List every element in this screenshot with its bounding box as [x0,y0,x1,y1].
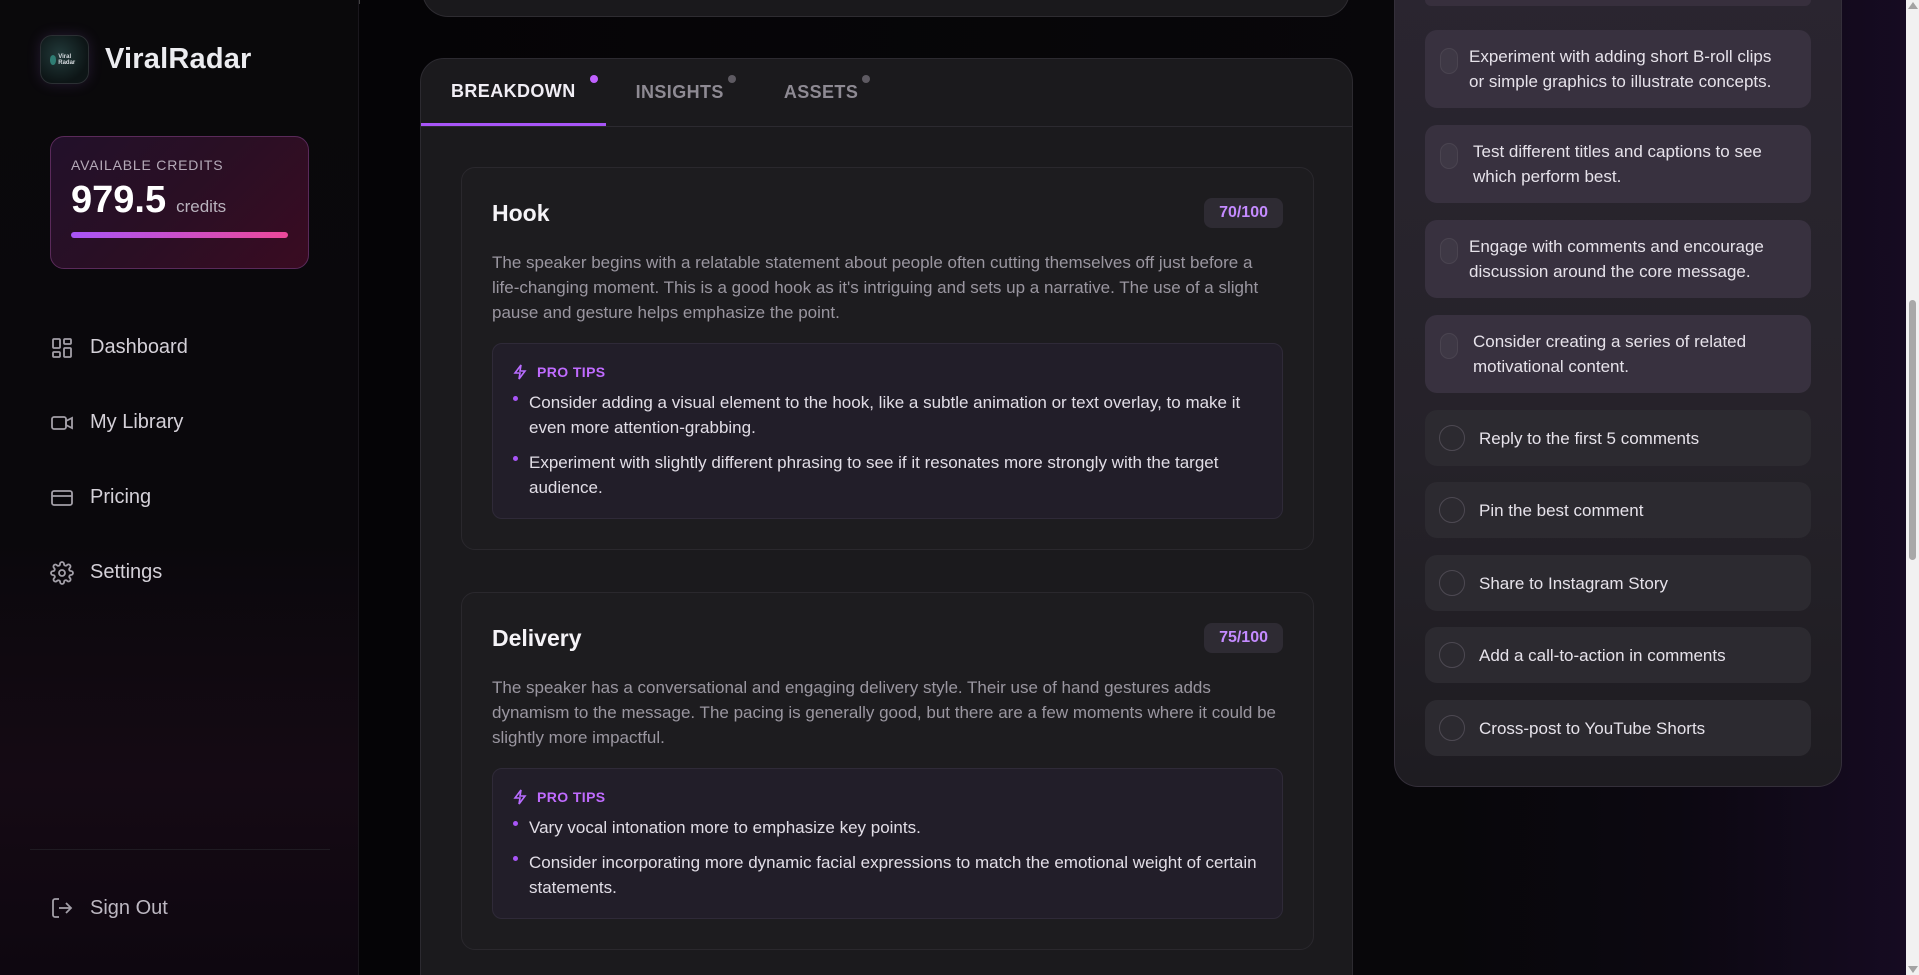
checklist-item-text: Pin the best comment [1479,500,1644,520]
video-icon [51,415,73,430]
checklist-item[interactable]: Engage with comments and encourage discu… [1425,220,1811,298]
brand-logo[interactable]: Viral Radar ViralRadar [40,35,252,84]
main-content: BREAKDOWN INSIGHTS ASSETS Hook 70/100 Th… [360,0,1910,975]
checklist-item-text: Experiment with adding short B-roll clip… [1469,47,1772,91]
logo-radar-icon [49,54,57,65]
checklist-item[interactable]: Cross-post to YouTube Shorts [1425,700,1811,756]
tab-label: INSIGHTS [635,82,724,102]
card-title: Hook [492,199,550,226]
breakdown-card-hook: Hook 70/100 The speaker begins with a re… [461,167,1314,550]
dashboard-icon [52,337,72,358]
pro-tip-item: Vary vocal intonation more to emphasize … [513,815,1262,840]
tab-indicator-dot [589,75,598,83]
credits-unit: credits [176,197,227,216]
pro-tips-box: PRO TIPS Vary vocal intonation more to e… [492,768,1283,919]
checkbox-circle[interactable] [1439,570,1465,596]
checklist-item-text: Add a call-to-action in comments [1479,645,1726,665]
card-title: Delivery [492,624,582,651]
tab-insights[interactable]: INSIGHTS [606,59,754,126]
gear-icon [50,560,74,585]
score-badge: 70/100 [1204,198,1283,228]
credit-card-icon [51,489,73,506]
credits-value: 979.5 [71,179,167,221]
sidebar-item-label: Dashboard [90,336,188,358]
sidebar-item-label: Settings [90,561,163,583]
logo-mark-text: Viral Radar [58,53,76,66]
checklist-item[interactable]: Add a call-to-action in comments [1425,627,1811,683]
checklist-item-text: Consider creating a series of related mo… [1473,332,1747,376]
pro-tip-item: Consider incorporating more dynamic faci… [513,850,1262,900]
analysis-panel: BREAKDOWN INSIGHTS ASSETS Hook 70/100 Th… [420,58,1353,975]
lightning-icon [513,364,527,380]
credits-card: AVAILABLE CREDITS 979.5 credits [50,136,309,269]
checklist-item-text: Test different titles and captions to se… [1473,142,1762,186]
sidebar-divider [30,849,330,850]
score-badge: 75/100 [1204,623,1283,653]
sidebar-item-dashboard[interactable]: Dashboard [50,310,188,385]
action-checklist-panel: Experiment with adding short B-roll clip… [1394,0,1842,787]
checklist-item[interactable]: Consider creating a series of related mo… [1425,315,1811,393]
scroll-thumb[interactable] [1909,300,1916,560]
lightning-icon [513,789,527,805]
sidebar-item-my-library[interactable]: My Library [50,385,188,460]
checkbox[interactable] [1440,333,1458,359]
app-root: Viral Radar ViralRadar AVAILABLE CREDITS… [0,0,1919,975]
tab-indicator-dot [862,75,871,83]
card-description: The speaker begins with a relatable stat… [492,253,1259,322]
checklist-item[interactable]: Share to Instagram Story [1425,555,1811,611]
sign-out-icon [52,898,73,918]
brand-name: ViralRadar [105,43,252,75]
card-description: The speaker has a conversational and eng… [492,678,1277,747]
checkbox-circle[interactable] [1439,425,1465,451]
pro-tips-label: PRO TIPS [537,364,606,380]
sidebar-item-settings[interactable]: Settings [50,535,188,610]
previous-panel-edge [422,0,1350,17]
scroll-up-arrow-icon[interactable] [1908,2,1918,9]
pro-tip-item: Experiment with slightly different phras… [513,450,1262,500]
checkbox[interactable] [1440,143,1458,169]
logo-mark-icon: Viral Radar [40,35,89,84]
checklist-item-partial [1425,0,1811,6]
checkbox[interactable] [1440,48,1458,74]
tab-indicator-dot [727,75,736,83]
pro-tips-box: PRO TIPS Consider adding a visual elemen… [492,343,1283,519]
sign-out-button[interactable]: Sign Out [50,896,168,920]
sign-out-label: Sign Out [90,896,168,919]
pro-tip-item: Consider adding a visual element to the … [513,390,1262,440]
checkbox-circle[interactable] [1439,497,1465,523]
checklist-item-text: Cross-post to YouTube Shorts [1479,718,1706,738]
scroll-down-arrow-icon[interactable] [1908,966,1918,973]
credits-progress-fill [71,232,288,238]
checkbox-circle[interactable] [1439,642,1465,668]
checklist-item[interactable]: Reply to the first 5 comments [1425,410,1811,466]
checkbox[interactable] [1440,238,1458,264]
sidebar-item-pricing[interactable]: Pricing [50,460,188,535]
sidebar-item-label: My Library [90,411,184,433]
checklist-item-text: Reply to the first 5 comments [1479,428,1700,448]
tab-bar: BREAKDOWN INSIGHTS ASSETS [421,59,1352,127]
tab-breakdown[interactable]: BREAKDOWN [421,59,606,126]
tab-label: BREAKDOWN [451,80,576,101]
sidebar: Viral Radar ViralRadar AVAILABLE CREDITS… [0,0,359,975]
credits-progress-bar [71,232,288,238]
credits-label: AVAILABLE CREDITS [71,157,224,173]
breakdown-card-delivery: Delivery 75/100 The speaker has a conver… [461,592,1314,950]
checklist-item[interactable]: Test different titles and captions to se… [1425,125,1811,203]
tab-label: ASSETS [783,82,859,102]
checklist-item-text: Engage with comments and encourage discu… [1469,237,1764,281]
checklist-item[interactable]: Pin the best comment [1425,482,1811,538]
checkbox-circle[interactable] [1439,715,1465,741]
sidebar-item-label: Pricing [90,486,152,508]
checklist-item-text: Share to Instagram Story [1479,573,1668,593]
pro-tips-label: PRO TIPS [537,789,606,805]
checklist-item[interactable]: Experiment with adding short B-roll clip… [1425,30,1811,108]
sidebar-nav: Dashboard My Library Pricing Settings [50,310,188,610]
page-scrollbar[interactable] [1906,0,1919,975]
tab-assets[interactable]: ASSETS [754,59,888,126]
